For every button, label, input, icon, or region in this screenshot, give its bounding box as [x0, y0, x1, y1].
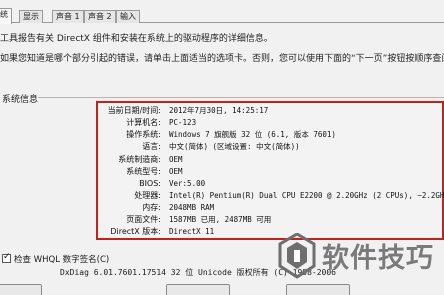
- info-label: 计算机名:: [126, 118, 161, 127]
- info-value: 2048MB RAM: [169, 203, 215, 212]
- whql-checkbox[interactable]: ✓: [2, 252, 11, 263]
- next-page-button[interactable]: [166, 284, 230, 295]
- tab-input-label: 输入: [120, 12, 136, 21]
- info-label: 操作系统:: [126, 130, 161, 139]
- tab-display-label: 显示: [23, 12, 39, 21]
- info-value: OEM: [169, 155, 183, 164]
- help-button[interactable]: [0, 284, 42, 295]
- section-divider: [38, 97, 444, 98]
- info-row-computer-name: 计算机名: PC-123: [98, 117, 442, 128]
- info-label: DirectX 版本:: [110, 227, 161, 236]
- system-info-heading: 系统信息: [2, 95, 39, 105]
- tab-input[interactable]: 输入: [116, 10, 140, 23]
- info-label: 系统型号:: [126, 167, 161, 176]
- info-row-os: 操作系统: Windows 7 旗舰版 32 位 (6.1, 版本 7601): [98, 129, 442, 140]
- check-icon: ✓: [3, 252, 11, 262]
- whql-check-row[interactable]: ✓ 检查 WHQL 数字签名(C): [2, 248, 109, 265]
- intro-line-2: 如果您知道是哪个部分引起的错误，请单击上面适当的选项卡。否则，您可以使用下面的“…: [0, 54, 444, 64]
- tab-sound-2-label: 声音 2: [88, 12, 112, 21]
- watermark: 软件技巧: [278, 216, 444, 295]
- intro-line-1: 工具报告有关 DirectX 组件和安装在系统上的驱动程序的详细信息。: [0, 34, 273, 44]
- info-value: Intel(R) Pentium(R) Dual CPU E2200 @ 2.2…: [169, 191, 444, 200]
- info-value: 2012年7月30日, 14:25:17: [169, 106, 269, 115]
- info-value: OEM: [169, 167, 183, 176]
- dxdiag-window: 统 显示 声音 1 声音 2 输入 工具报告有关 DirectX 组件和安装在系…: [0, 0, 444, 295]
- watermark-text: 软件技巧: [322, 243, 434, 274]
- info-row-datetime: 当前日期/时间: 2012年7月30日, 14:25:17: [98, 105, 442, 116]
- info-label: BIOS:: [139, 179, 161, 188]
- info-row-processor: 处理器: Intel(R) Pentium(R) Dual CPU E2200 …: [98, 190, 444, 201]
- info-row-manufacturer: 系统制造商: OEM: [98, 154, 442, 165]
- tab-system-label: 统: [0, 10, 8, 19]
- tab-sound-2[interactable]: 声音 2: [84, 10, 116, 23]
- info-value: DirectX 11: [169, 227, 215, 236]
- info-label: 内存:: [142, 203, 161, 212]
- info-row-model: 系统型号: OEM: [98, 166, 442, 177]
- tab-sound-1-label: 声音 1: [56, 12, 80, 21]
- info-value: 1587MB 已用, 2487MB 可用: [169, 215, 272, 224]
- info-value: Ver:5.00: [169, 179, 206, 188]
- info-label: 处理器:: [134, 191, 161, 200]
- info-label: 当前日期/时间:: [107, 106, 161, 115]
- tab-sound-1[interactable]: 声音 1: [52, 10, 84, 23]
- info-label: 语言:: [142, 142, 161, 151]
- info-label: 系统制造商:: [118, 155, 161, 164]
- info-value: PC-123: [169, 118, 197, 127]
- info-label: 页面文件:: [126, 215, 161, 224]
- info-row-bios: BIOS: Ver:5.00: [98, 178, 442, 189]
- tab-bar: 统 显示 声音 1 声音 2 输入: [0, 8, 444, 24]
- info-row-language: 语言: 中文(简体) (区域设置: 中文(简体)): [98, 141, 442, 152]
- info-row-memory: 内存: 2048MB RAM: [98, 202, 442, 213]
- tab-display[interactable]: 显示: [19, 10, 43, 23]
- whql-checkbox-label: 检查 WHQL 数字签名(C): [14, 254, 110, 265]
- info-value: 中文(简体) (区域设置: 中文(简体)): [169, 142, 300, 151]
- info-value: Windows 7 旗舰版 32 位 (6.1, 版本 7601): [169, 130, 336, 139]
- tab-system[interactable]: 统: [0, 8, 12, 24]
- watermark-logo-icon: [278, 231, 316, 279]
